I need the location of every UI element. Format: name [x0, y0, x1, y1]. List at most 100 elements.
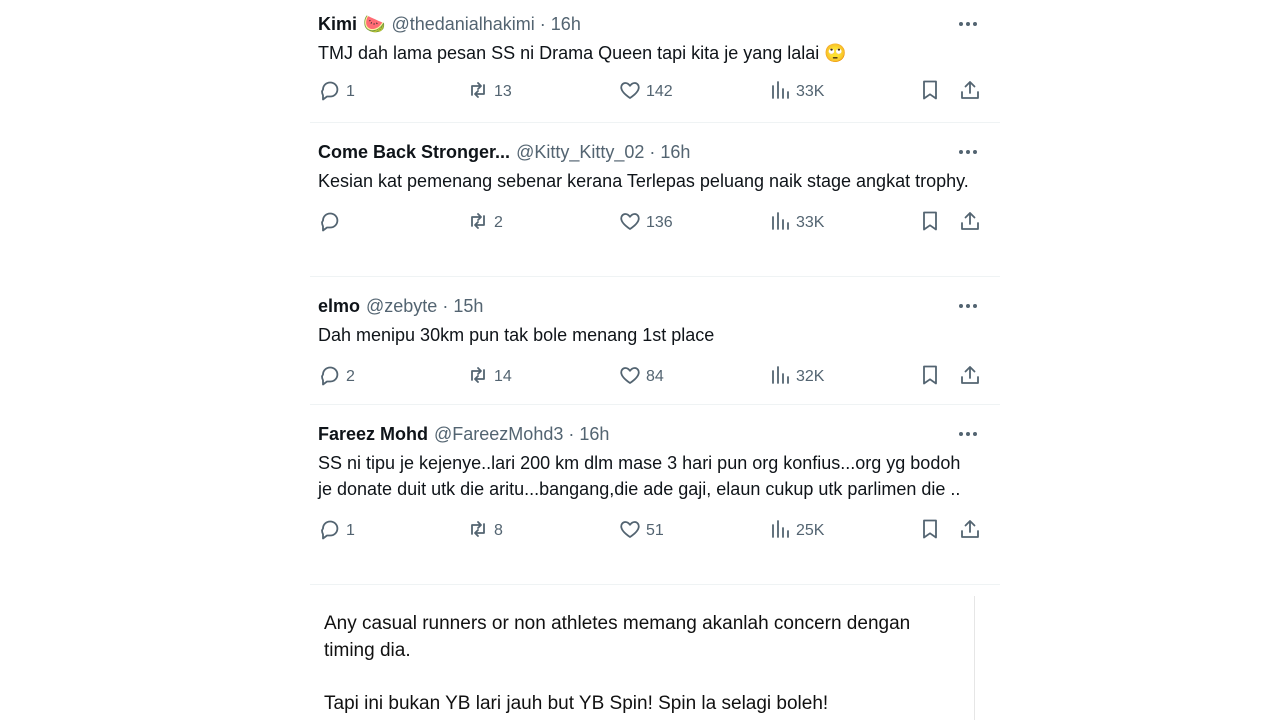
bookmark-button[interactable] — [918, 80, 942, 104]
views-button[interactable]: 33K — [768, 80, 824, 104]
tweet-actions: 1 8 51 25K — [318, 519, 992, 543]
share-button[interactable] — [958, 211, 982, 235]
retweet-icon — [466, 517, 490, 546]
author-name[interactable]: Come Back Stronger... — [318, 142, 510, 163]
reply-count: 2 — [346, 368, 355, 385]
tweet-text: Dah menipu 30km pun tak bole menang 1st … — [318, 325, 715, 345]
reply-count: 1 — [346, 83, 355, 100]
views-count: 33K — [796, 214, 825, 231]
reply-count: 1 — [346, 522, 355, 539]
author-name[interactable]: elmo — [318, 296, 360, 317]
tweet-header: Kimi 🍉 @thedanialhakimi · 16h — [318, 14, 992, 34]
tweet-actions: 2 136 33K — [318, 211, 992, 235]
tweet-actions: 1 13 142 33K — [318, 80, 992, 104]
more-dots-icon[interactable] — [956, 296, 980, 316]
tweet-header: Fareez Mohd @FareezMohd3 · 16h — [318, 424, 992, 444]
share-icon — [958, 78, 982, 107]
like-count: 142 — [646, 83, 673, 100]
author-emoji: 🍉 — [363, 13, 386, 34]
tweet-header: Come Back Stronger... @Kitty_Kitty_02 · … — [318, 142, 992, 162]
like-count: 84 — [646, 368, 664, 385]
like-button[interactable]: 142 — [618, 80, 673, 104]
reply-button[interactable]: 2 — [318, 365, 355, 389]
like-button[interactable]: 84 — [618, 365, 664, 389]
retweet-icon — [466, 209, 490, 238]
bookmark-button[interactable] — [918, 519, 942, 543]
retweet-icon — [466, 363, 490, 392]
tweet-actions: 2 14 84 32K — [318, 365, 992, 389]
share-button[interactable] — [958, 365, 982, 389]
views-button[interactable]: 33K — [768, 211, 824, 235]
separator-dot: · — [568, 423, 575, 444]
separator-dot: · — [649, 141, 656, 162]
more-dots-icon[interactable] — [956, 14, 980, 34]
separator-dot: · — [539, 13, 546, 34]
retweet-button[interactable]: 14 — [466, 365, 512, 389]
heart-icon — [618, 363, 642, 392]
share-button[interactable] — [958, 80, 982, 104]
author-handle[interactable]: @FareezMohd3 — [434, 424, 563, 445]
retweet-button[interactable]: 2 — [466, 211, 503, 235]
author-handle[interactable]: @thedanialhakimi — [391, 14, 534, 35]
views-icon — [768, 363, 792, 392]
tweet[interactable]: Come Back Stronger... @Kitty_Kitty_02 · … — [310, 123, 1000, 277]
views-count: 25K — [796, 522, 825, 539]
heart-icon — [618, 209, 642, 238]
author-handle[interactable]: @Kitty_Kitty_02 — [516, 142, 644, 163]
tweet[interactable]: Fareez Mohd @FareezMohd3 · 16h SS ni tip… — [310, 405, 1000, 585]
like-count: 51 — [646, 522, 664, 539]
bookmark-icon — [918, 363, 942, 392]
views-icon — [768, 209, 792, 238]
comment-paragraph: Tapi ini bukan YB lari jauh but YB Spin!… — [324, 693, 829, 714]
tweet-time[interactable]: 16h — [579, 424, 609, 445]
tweet[interactable]: elmo @zebyte · 15h Dah menipu 30km pun t… — [310, 277, 1000, 405]
tweet[interactable]: Kimi 🍉 @thedanialhakimi · 16h TMJ dah la… — [310, 0, 1000, 123]
share-button[interactable] — [958, 519, 982, 543]
reply-icon — [318, 78, 342, 107]
more-dots-icon[interactable] — [956, 424, 980, 444]
views-button[interactable]: 25K — [768, 519, 824, 543]
reply-button[interactable] — [318, 211, 346, 235]
author-name[interactable]: Fareez Mohd — [318, 424, 428, 445]
like-button[interactable]: 136 — [618, 211, 673, 235]
separator-dot: · — [442, 295, 449, 316]
retweet-icon — [466, 78, 490, 107]
share-icon — [958, 517, 982, 546]
reply-button[interactable]: 1 — [318, 80, 355, 104]
like-button[interactable]: 51 — [618, 519, 664, 543]
tweet-text: Kesian kat pemenang sebenar kerana Terle… — [318, 171, 969, 191]
retweet-button[interactable]: 8 — [466, 519, 503, 543]
reply-button[interactable]: 1 — [318, 519, 355, 543]
reply-icon — [318, 363, 342, 392]
more-dots-icon[interactable] — [956, 142, 980, 162]
tweet-text: SS ni tipu je kejenye..lari 200 km dlm m… — [318, 453, 961, 499]
author-name[interactable]: Kimi — [318, 14, 357, 35]
reply-icon — [318, 517, 342, 546]
reply-icon — [318, 209, 342, 238]
bookmark-icon — [918, 517, 942, 546]
quoted-comment-card: Any casual runners or non athletes meman… — [310, 596, 975, 720]
tweet-time[interactable]: 16h — [660, 142, 690, 163]
heart-icon — [618, 78, 642, 107]
tweet-text: TMJ dah lama pesan SS ni Drama Queen tap… — [318, 43, 847, 63]
comment-paragraph: Any casual runners or non athletes meman… — [324, 613, 911, 661]
retweet-count: 13 — [494, 83, 512, 100]
share-icon — [958, 363, 982, 392]
views-icon — [768, 78, 792, 107]
views-count: 32K — [796, 368, 825, 385]
tweet-time[interactable]: 16h — [551, 14, 581, 35]
bookmark-button[interactable] — [918, 211, 942, 235]
author-handle[interactable]: @zebyte — [366, 296, 437, 317]
views-count: 33K — [796, 83, 825, 100]
heart-icon — [618, 517, 642, 546]
views-button[interactable]: 32K — [768, 365, 824, 389]
retweet-count: 8 — [494, 522, 503, 539]
bookmark-icon — [918, 209, 942, 238]
retweet-count: 2 — [494, 214, 503, 231]
tweet-time[interactable]: 15h — [453, 296, 483, 317]
tweet-header: elmo @zebyte · 15h — [318, 296, 992, 316]
share-icon — [958, 209, 982, 238]
tweet-feed: Kimi 🍉 @thedanialhakimi · 16h TMJ dah la… — [310, 0, 1000, 585]
bookmark-button[interactable] — [918, 365, 942, 389]
retweet-button[interactable]: 13 — [466, 80, 512, 104]
